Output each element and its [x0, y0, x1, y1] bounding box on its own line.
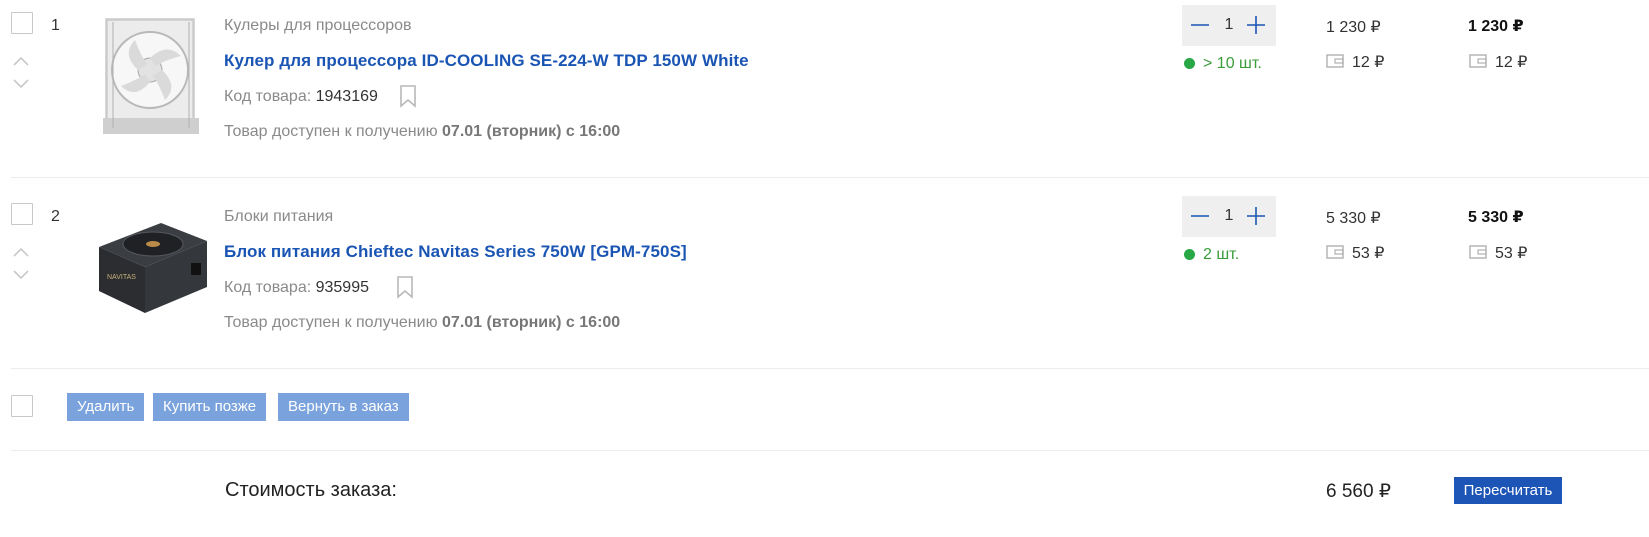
row-divider: [11, 177, 1649, 178]
item-code: Код товара: 1943169: [224, 88, 378, 106]
item-code-label: Код товара:: [224, 88, 312, 105]
wallet-icon: [1326, 245, 1344, 259]
item-index: 1: [51, 17, 60, 34]
stock-count: > 10 шт.: [1203, 55, 1262, 72]
row-divider: [11, 368, 1649, 369]
row-divider: [11, 450, 1649, 451]
item-index: 2: [51, 208, 60, 225]
availability-prefix: Товар доступен к получению: [224, 314, 438, 331]
item-category: Кулеры для процессоров: [224, 17, 412, 34]
availability-prefix: Товар доступен к получению: [224, 123, 438, 140]
svg-text:NAVITAS: NAVITAS: [107, 274, 136, 281]
bookmark-icon[interactable]: [395, 275, 415, 299]
item-checkbox[interactable]: [11, 203, 33, 225]
quantity-value[interactable]: 1: [1220, 16, 1238, 34]
recalculate-button[interactable]: Пересчитать: [1454, 477, 1562, 504]
select-all-checkbox[interactable]: [11, 395, 33, 417]
item-category: Блоки питания: [224, 208, 334, 225]
availability-date: 07.01 (вторник) с 16:00: [442, 123, 621, 140]
in-stock-dot-icon: [1184, 249, 1195, 260]
wallet-icon: [1326, 54, 1344, 68]
bulk-actions: Удалить Купить позже Вернуть в заказ: [0, 383, 1649, 443]
item-code: Код товара: 935995: [224, 279, 369, 297]
delete-button[interactable]: Удалить: [67, 393, 145, 421]
item-code-label: Код товара:: [224, 279, 312, 296]
stock-status: > 10 шт.: [1184, 55, 1262, 73]
wallet-icon: [1469, 54, 1487, 68]
item-price: 1 230 ₽: [1326, 19, 1381, 36]
item-title-link[interactable]: Кулер для процессора ID-COOLING SE-224-W…: [224, 51, 749, 71]
stock-status: 2 шт.: [1184, 246, 1239, 264]
return-to-order-button[interactable]: Вернуть в заказ: [278, 393, 409, 421]
plus-icon[interactable]: [1244, 204, 1268, 228]
item-total: 1 230 ₽: [1468, 18, 1524, 35]
item-bonus-total: 53 ₽: [1495, 245, 1528, 262]
item-availability: Товар доступен к получению 07.01 (вторни…: [224, 123, 620, 141]
in-stock-dot-icon: [1184, 58, 1195, 69]
move-down-icon[interactable]: [11, 78, 31, 90]
minus-icon[interactable]: [1188, 204, 1212, 228]
item-bonus: 53 ₽: [1352, 245, 1385, 262]
item-price: 5 330 ₽: [1326, 210, 1381, 227]
cart-item: 2 NAVITAS Блоки питания Блок питания Chi…: [0, 191, 1649, 382]
power-supply-image[interactable]: NAVITAS: [91, 217, 213, 317]
item-availability: Товар доступен к получению 07.01 (вторни…: [224, 314, 620, 332]
item-checkbox[interactable]: [11, 12, 33, 34]
cart-item: 1 Кулеры для процессоров Кулер для проце…: [0, 0, 1649, 191]
minus-icon[interactable]: [1188, 13, 1212, 37]
item-bonus-total: 12 ₽: [1495, 54, 1528, 71]
quantity-stepper: 1: [1182, 196, 1276, 237]
buy-later-button[interactable]: Купить позже: [153, 393, 267, 421]
item-code-value: 1943169: [315, 88, 378, 105]
order-total-value: 6 560 ₽: [1326, 481, 1391, 502]
stock-count: 2 шт.: [1203, 246, 1240, 263]
move-down-icon[interactable]: [11, 269, 31, 281]
availability-date: 07.01 (вторник) с 16:00: [442, 314, 621, 331]
item-bonus: 12 ₽: [1352, 54, 1385, 71]
wallet-icon: [1469, 245, 1487, 259]
item-code-value: 935995: [315, 279, 369, 296]
item-title-link[interactable]: Блок питания Chieftec Navitas Series 750…: [224, 242, 687, 262]
order-total-label: Стоимость заказа:: [225, 479, 397, 501]
cpu-cooler-image[interactable]: [95, 12, 207, 140]
quantity-value[interactable]: 1: [1220, 207, 1238, 225]
plus-icon[interactable]: [1244, 13, 1268, 37]
bookmark-icon[interactable]: [398, 84, 418, 108]
move-up-icon[interactable]: [11, 246, 31, 258]
quantity-stepper: 1: [1182, 5, 1276, 46]
item-total: 5 330 ₽: [1468, 209, 1524, 226]
move-up-icon[interactable]: [11, 55, 31, 67]
